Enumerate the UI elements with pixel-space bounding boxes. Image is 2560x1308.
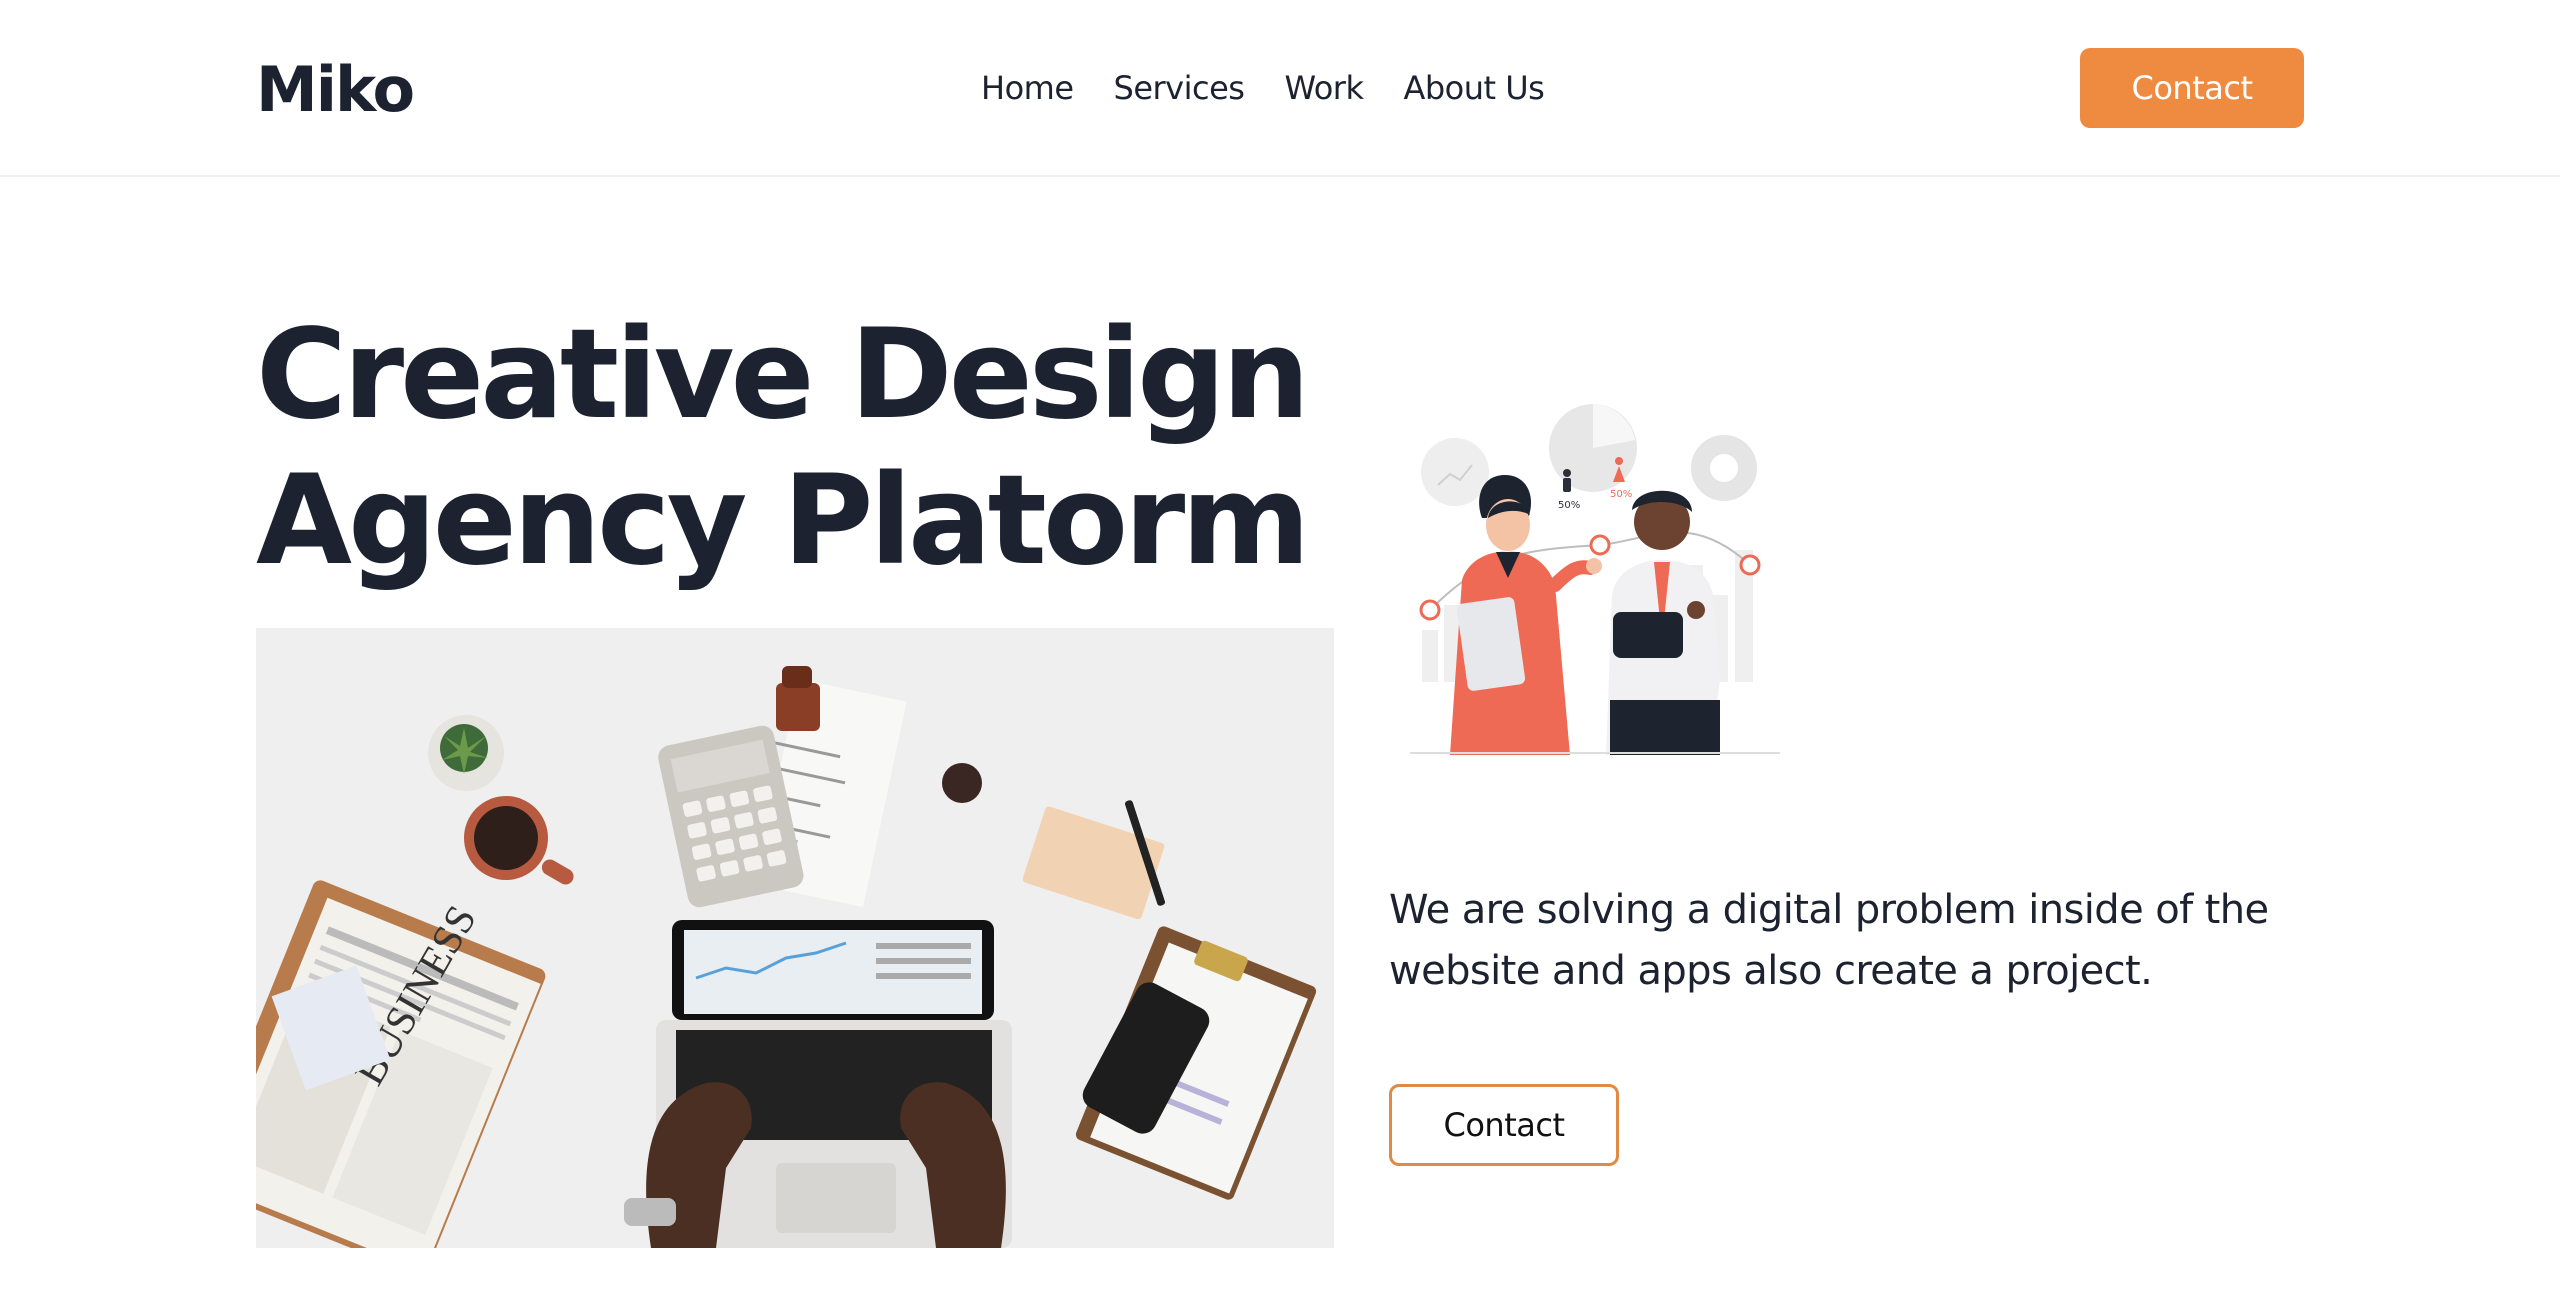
hero-title-line-1: Creative Design	[256, 303, 1310, 447]
nav-services[interactable]: Services	[1114, 66, 1245, 110]
hero-title-line-2: Agency Platorm	[256, 449, 1311, 593]
illustration-stat-2: 50%	[1610, 489, 1632, 500]
header-contact-button[interactable]: Contact	[2080, 48, 2304, 128]
logo[interactable]: Miko	[256, 48, 415, 132]
nav-home[interactable]: Home	[981, 66, 1074, 110]
workspace-photo: BUSINESS	[256, 628, 1334, 1248]
main-nav: Home Services Work About Us	[981, 66, 1545, 110]
hero-contact-button[interactable]: Contact	[1389, 1084, 1619, 1166]
nav-work[interactable]: Work	[1284, 66, 1364, 110]
team-analytics-illustration: 50% 50%	[1410, 400, 1780, 755]
nav-about-us[interactable]: About Us	[1403, 66, 1544, 110]
site-header: Miko Home Services Work About Us Contact	[0, 0, 2560, 177]
hero-title: Creative Design Agency Platorm	[256, 302, 1356, 594]
hero-description: We are solving a digital problem inside …	[1389, 887, 2269, 994]
illustration-stat-1: 50%	[1558, 500, 1580, 511]
